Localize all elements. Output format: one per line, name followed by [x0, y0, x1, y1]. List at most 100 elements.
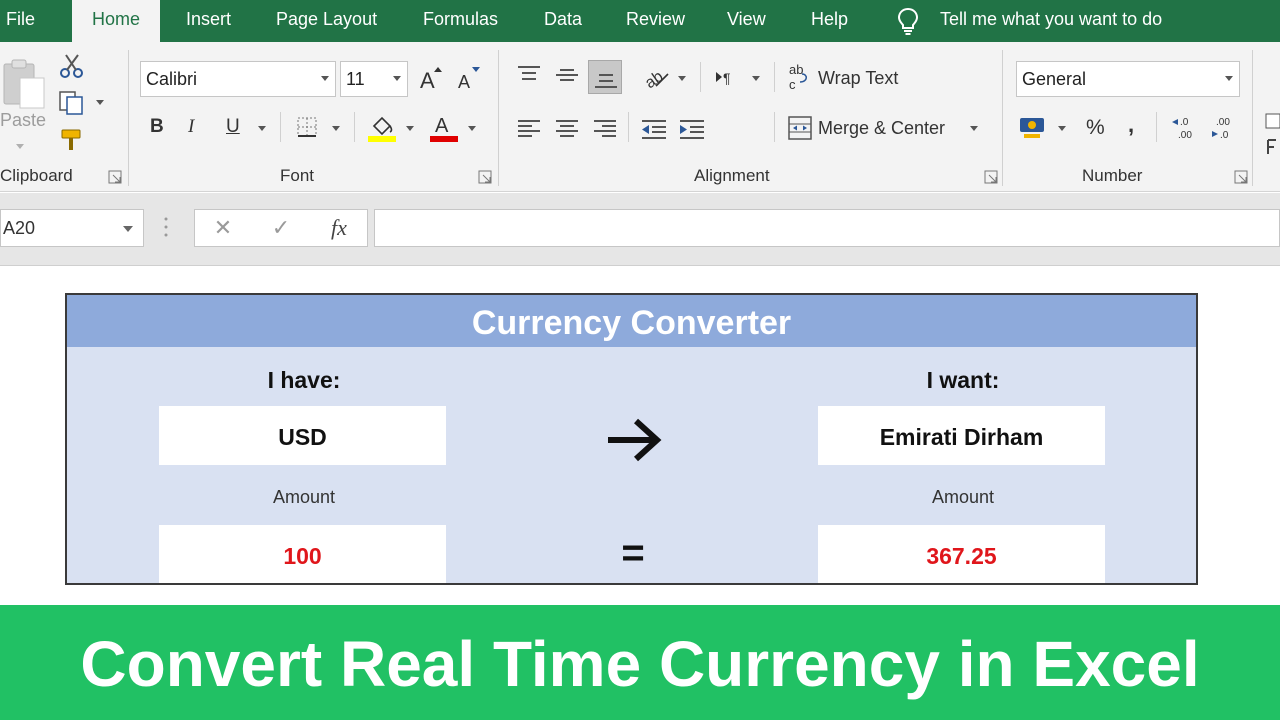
enter-button[interactable]: ✓	[261, 210, 301, 248]
increase-font-size-icon[interactable]: A	[418, 64, 444, 92]
bottom-align-icon	[595, 74, 617, 88]
tab-view[interactable]: View	[727, 0, 766, 42]
svg-text:A: A	[435, 115, 449, 137]
top-align-icon[interactable]	[516, 64, 542, 86]
bold-button[interactable]: B	[150, 116, 164, 138]
merge-center-dropdown-arrow[interactable]	[970, 126, 978, 131]
orientation-dropdown-arrow[interactable]	[678, 76, 686, 81]
fill-color-dropdown-arrow[interactable]	[406, 126, 414, 131]
font-size-select[interactable]: 11	[340, 61, 408, 97]
format-painter-icon[interactable]	[58, 126, 86, 152]
underline-button[interactable]: U	[226, 116, 240, 138]
alignment-group-label: Alignment	[694, 166, 770, 185]
tab-data[interactable]: Data	[544, 0, 582, 42]
svg-text:.0: .0	[1180, 117, 1189, 128]
tab-review[interactable]: Review	[626, 0, 685, 42]
font-color-dropdown-arrow[interactable]	[468, 126, 476, 131]
borders-icon[interactable]	[296, 116, 318, 138]
borders-dropdown-arrow[interactable]	[332, 126, 340, 131]
fill-color-swatch	[368, 136, 396, 142]
cancel-button[interactable]: ✕	[203, 210, 243, 248]
currency-converter-panel: Currency Converter I have: I want: USD E…	[65, 293, 1198, 585]
to-amount-cell[interactable]: 367.25	[818, 525, 1105, 583]
group-separator	[128, 50, 129, 186]
merge-center-icon[interactable]	[788, 116, 812, 140]
divider	[1156, 112, 1157, 142]
tab-page-layout[interactable]: Page Layout	[276, 0, 377, 42]
insert-function-button[interactable]: fx	[319, 210, 359, 248]
number-group-label: Number	[1082, 166, 1143, 185]
paste-dropdown-arrow[interactable]	[16, 144, 24, 149]
name-box[interactable]: A20	[0, 209, 144, 247]
tab-home[interactable]: Home	[72, 0, 161, 42]
copy-icon[interactable]	[58, 90, 86, 116]
svg-text:A: A	[420, 68, 435, 92]
svg-text:.0: .0	[1220, 130, 1229, 141]
formula-bar-area: A20 ✕ ✓ fx	[0, 193, 1280, 266]
conditional-formatting-icon[interactable]	[1262, 110, 1280, 158]
font-launcher-icon[interactable]	[478, 170, 492, 184]
svg-text:.00: .00	[1178, 130, 1192, 141]
divider	[354, 112, 355, 142]
middle-align-icon[interactable]	[554, 64, 580, 86]
number-format-select[interactable]: General	[1016, 61, 1240, 97]
bottom-align-button[interactable]	[588, 60, 622, 94]
amount-label-from: Amount	[272, 487, 336, 507]
decrease-decimal-icon[interactable]: .00 .0	[1208, 114, 1236, 142]
group-separator	[1252, 50, 1253, 186]
wrap-text-button[interactable]: Wrap Text	[818, 68, 898, 89]
underline-dropdown-arrow[interactable]	[258, 126, 266, 131]
accounting-format-dropdown-arrow[interactable]	[1058, 126, 1066, 131]
align-center-icon[interactable]	[554, 118, 580, 140]
font-family-select[interactable]: Calibri	[140, 61, 336, 97]
lightbulb-icon[interactable]	[896, 6, 920, 36]
tell-me-search[interactable]: Tell me what you want to do	[940, 0, 1162, 42]
font-color-swatch	[430, 136, 458, 142]
tab-insert[interactable]: Insert	[186, 0, 231, 42]
percent-style-button[interactable]: %	[1086, 116, 1105, 140]
number-format-value: General	[1022, 69, 1087, 89]
amount-label-to: Amount	[931, 487, 995, 507]
tab-formulas[interactable]: Formulas	[423, 0, 498, 42]
comma-style-button[interactable]: ,	[1128, 112, 1134, 138]
clipboard-launcher-icon[interactable]	[108, 170, 122, 184]
alignment-launcher-icon[interactable]	[984, 170, 998, 184]
paste-icon[interactable]	[0, 56, 48, 112]
cut-icon[interactable]	[58, 52, 86, 80]
increase-indent-icon[interactable]	[678, 118, 706, 140]
align-left-icon[interactable]	[516, 118, 542, 140]
text-direction-dropdown-arrow[interactable]	[752, 76, 760, 81]
to-currency-cell[interactable]: Emirati Dirham	[818, 406, 1105, 465]
tab-file[interactable]: File	[6, 0, 35, 42]
italic-button[interactable]: I	[188, 116, 194, 138]
formula-input[interactable]	[374, 209, 1280, 247]
orientation-icon[interactable]: ab	[640, 62, 670, 90]
wrap-text-icon[interactable]: ab c	[788, 62, 812, 92]
group-separator	[498, 50, 499, 186]
decrease-font-size-icon[interactable]: A	[456, 64, 482, 92]
text-direction-icon[interactable]: ¶	[714, 66, 740, 88]
svg-text:c: c	[789, 77, 796, 92]
decrease-indent-icon[interactable]	[640, 118, 668, 140]
paste-label[interactable]: Paste	[0, 110, 46, 131]
font-color-icon[interactable]: A	[430, 112, 458, 142]
clipboard-group-label: Clipboard	[0, 166, 73, 185]
copy-dropdown-arrow[interactable]	[96, 100, 104, 105]
resize-handle-icon[interactable]	[164, 215, 168, 239]
font-size-value: 11	[346, 69, 365, 89]
increase-decimal-icon[interactable]: .0 .00	[1170, 114, 1198, 142]
fill-color-icon[interactable]	[368, 112, 396, 142]
align-right-icon[interactable]	[592, 118, 618, 140]
merge-center-button[interactable]: Merge & Center	[818, 118, 945, 139]
from-currency-cell[interactable]: USD	[159, 406, 446, 465]
equals-sign: =	[621, 531, 645, 575]
formula-buttons: ✕ ✓ fx	[194, 209, 368, 247]
chevron-down-icon	[321, 76, 329, 81]
number-launcher-icon[interactable]	[1234, 170, 1248, 184]
divider	[280, 112, 281, 142]
accounting-format-icon[interactable]	[1018, 114, 1048, 142]
want-label: I want:	[926, 367, 1000, 393]
font-group-label: Font	[280, 166, 315, 185]
tab-help[interactable]: Help	[811, 0, 848, 42]
from-amount-cell[interactable]: 100	[159, 525, 446, 583]
